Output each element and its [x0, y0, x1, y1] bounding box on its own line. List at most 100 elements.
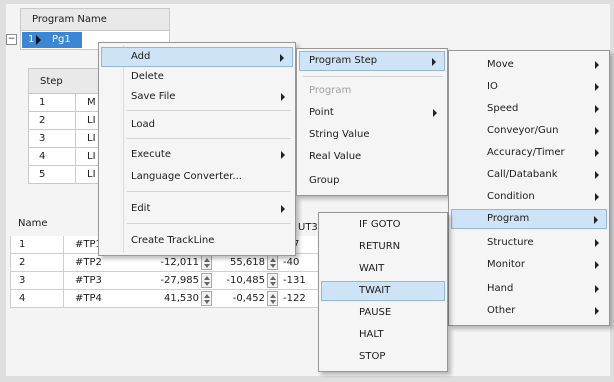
- submenu-arrow-icon: [595, 83, 599, 91]
- menu-item-program-disabled: Program: [309, 85, 352, 96]
- submenu-arrow-icon: [595, 307, 599, 315]
- submenu-arrow-icon: [595, 261, 599, 269]
- menu-item-call-databank[interactable]: Call/Databank: [451, 165, 607, 185]
- submenu-arrow-icon: [432, 58, 436, 66]
- menu-item-structure[interactable]: Structure: [451, 233, 607, 253]
- menu-item-program-step[interactable]: Program Step: [299, 51, 445, 71]
- step-row[interactable]: 5 LI: [28, 166, 100, 184]
- point-name: #TP2: [75, 257, 102, 268]
- menu-item-stop[interactable]: STOP: [321, 347, 445, 367]
- name-column-header: Name: [18, 218, 48, 229]
- spin-button-icon[interactable]: [201, 291, 212, 306]
- coord-value[interactable]: -10,485: [213, 275, 265, 286]
- menu-item-conveyor-gun[interactable]: Conveyor/Gun: [451, 121, 607, 141]
- menu-item-wait[interactable]: WAIT: [321, 259, 445, 279]
- add-submenu: Program Step Program Point String Value …: [296, 48, 448, 196]
- step-header: Step: [28, 68, 100, 94]
- submenu-arrow-icon: [595, 171, 599, 179]
- table-row[interactable]: 2 #TP2 -12,011 55,618 -40: [10, 254, 340, 272]
- submenu-arrow-icon: [281, 151, 285, 159]
- ut3-value[interactable]: -131: [283, 275, 306, 286]
- point-name: #TP3: [75, 275, 102, 286]
- step-number: 3: [39, 133, 46, 144]
- row-index: 1: [19, 239, 26, 250]
- menu-item-twait[interactable]: TWAIT: [321, 281, 445, 301]
- menu-item-create-trackline[interactable]: Create TrackLine: [101, 231, 293, 251]
- menu-item-hand[interactable]: Hand: [451, 279, 607, 299]
- spin-button-icon[interactable]: [201, 255, 212, 270]
- coord-value[interactable]: 41,530: [141, 293, 199, 304]
- menu-item-group[interactable]: Group: [299, 171, 445, 191]
- menu-item-return[interactable]: RETURN: [321, 237, 445, 257]
- submenu-arrow-icon: [595, 127, 599, 135]
- menu-item-condition[interactable]: Condition: [451, 187, 607, 207]
- submenu-arrow-icon: [281, 93, 285, 101]
- row-pointer-icon: [36, 35, 41, 45]
- step-number: 4: [39, 151, 46, 162]
- menu-item-accuracy-timer[interactable]: Accuracy/Timer: [451, 143, 607, 163]
- step-row[interactable]: 2 LI: [28, 112, 100, 130]
- coord-value[interactable]: 55,618: [213, 257, 265, 268]
- menu-item-speed[interactable]: Speed: [451, 99, 607, 119]
- submenu-arrow-icon: [595, 239, 599, 247]
- ut3-value[interactable]: -122: [283, 293, 306, 304]
- menu-item-if-goto[interactable]: IF GOTO: [321, 215, 445, 235]
- submenu-arrow-icon: [595, 105, 599, 113]
- step-row[interactable]: 4 LI: [28, 148, 100, 166]
- row-index: 3: [19, 275, 26, 286]
- menu-item-delete[interactable]: Delete: [101, 67, 293, 87]
- menu-item-program[interactable]: Program: [451, 209, 607, 229]
- step-number: 1: [39, 97, 46, 108]
- step-number: 5: [39, 169, 46, 180]
- step-command: LI: [87, 115, 96, 126]
- spin-button-icon[interactable]: [267, 255, 278, 270]
- step-command: LI: [87, 133, 96, 144]
- menu-item-load[interactable]: Load: [101, 115, 293, 135]
- menu-item-add[interactable]: Add: [101, 47, 293, 67]
- context-menu: Add Delete Save File Load Execute Langua…: [98, 42, 296, 256]
- step-number: 2: [39, 115, 46, 126]
- step-row[interactable]: 1M: [28, 94, 100, 112]
- submenu-arrow-icon: [595, 193, 599, 201]
- step-row[interactable]: 3 LI: [28, 130, 100, 148]
- menu-item-halt[interactable]: HALT: [321, 325, 445, 345]
- menu-item-move[interactable]: Move: [451, 55, 607, 75]
- ut3-column-header: UT3: [298, 222, 318, 233]
- point-name: #TP4: [75, 293, 102, 304]
- coord-value[interactable]: -27,985: [141, 275, 199, 286]
- program-name-header: Program Name: [20, 8, 170, 30]
- spin-button-icon[interactable]: [201, 273, 212, 288]
- program-row-name: Pg1: [52, 34, 71, 45]
- collapse-minus-icon[interactable]: −: [6, 34, 17, 45]
- program-submenu: IF GOTO RETURN WAIT TWAIT PAUSE HALT STO…: [318, 212, 448, 372]
- menu-item-save-file[interactable]: Save File: [101, 87, 293, 107]
- menu-item-real-value[interactable]: Real Value: [299, 147, 445, 167]
- menu-item-execute[interactable]: Execute: [101, 145, 293, 165]
- submenu-arrow-icon: [281, 205, 285, 213]
- spin-button-icon[interactable]: [267, 291, 278, 306]
- coord-value[interactable]: -0,452: [213, 293, 265, 304]
- row-index: 4: [19, 293, 26, 304]
- program-row-number: 1: [28, 34, 35, 45]
- table-row[interactable]: 3 #TP3 -27,985 -10,485 -131: [10, 272, 340, 290]
- coord-value[interactable]: -12,011: [141, 257, 199, 268]
- ut3-value[interactable]: -40: [283, 257, 299, 268]
- menu-item-point[interactable]: Point: [299, 103, 445, 123]
- menu-item-language-converter[interactable]: Language Converter...: [101, 167, 293, 187]
- submenu-arrow-icon: [595, 149, 599, 157]
- program-row-selected[interactable]: 1 Pg1: [22, 32, 82, 48]
- spin-button-icon[interactable]: [267, 273, 278, 288]
- menu-item-pause[interactable]: PAUSE: [321, 303, 445, 323]
- menu-item-monitor[interactable]: Monitor: [451, 255, 607, 275]
- menu-item-other[interactable]: Other: [451, 301, 607, 321]
- submenu-arrow-icon: [433, 109, 437, 117]
- menu-item-io[interactable]: IO: [451, 77, 607, 97]
- submenu-arrow-icon: [280, 54, 284, 62]
- step-command: LI: [87, 169, 96, 180]
- menu-item-string-value[interactable]: String Value: [299, 125, 445, 145]
- row-index: 2: [19, 257, 26, 268]
- table-row[interactable]: 4 #TP4 41,530 -0,452 -122: [10, 290, 340, 308]
- menu-item-edit[interactable]: Edit: [101, 199, 293, 219]
- step-command: LI: [87, 151, 96, 162]
- submenu-arrow-icon: [594, 216, 598, 224]
